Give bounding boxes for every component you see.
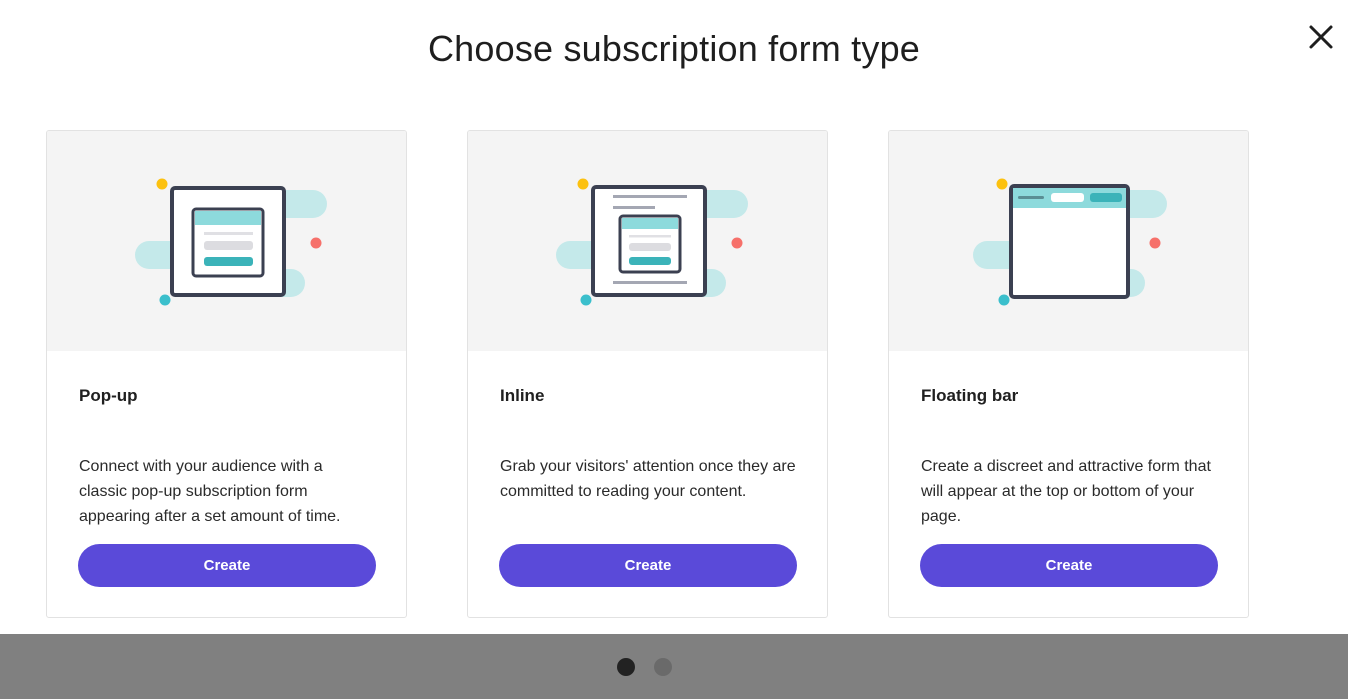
pagination-dot-2[interactable] [654, 658, 672, 676]
popup-form-illustration-icon [135, 178, 327, 306]
popup-illustration [47, 131, 406, 351]
card-description: Create a discreet and attractive form th… [921, 458, 1211, 525]
card-description: Connect with your audience with a classi… [79, 458, 341, 525]
subscription-form-type-modal: Choose subscription form type Pop-up Con… [0, 0, 1348, 634]
create-floating-bar-button[interactable]: Create [920, 544, 1218, 587]
modal-title: Choose subscription form type [427, 28, 921, 69]
inline-illustration [468, 131, 827, 351]
card-popup: Pop-up Connect with your audience with a… [46, 130, 407, 618]
card-title: Floating bar [921, 386, 1019, 405]
create-inline-button[interactable]: Create [499, 544, 797, 587]
inline-form-illustration-icon [556, 178, 748, 306]
floating-bar-illustration [889, 131, 1248, 351]
card-inline: Inline Grab your visitors' attention onc… [467, 130, 828, 618]
card-title: Inline [500, 386, 545, 405]
create-popup-button[interactable]: Create [78, 544, 376, 587]
close-icon [1309, 25, 1333, 49]
close-button[interactable] [1303, 19, 1339, 55]
carousel-footer [0, 634, 1348, 699]
floating-bar-illustration-icon [973, 178, 1167, 306]
card-floating-bar: Floating bar Create a discreet and attra… [888, 130, 1249, 618]
pagination-dot-1[interactable] [617, 658, 635, 676]
card-description: Grab your visitors' attention once they … [500, 458, 796, 500]
card-title: Pop-up [79, 386, 138, 405]
